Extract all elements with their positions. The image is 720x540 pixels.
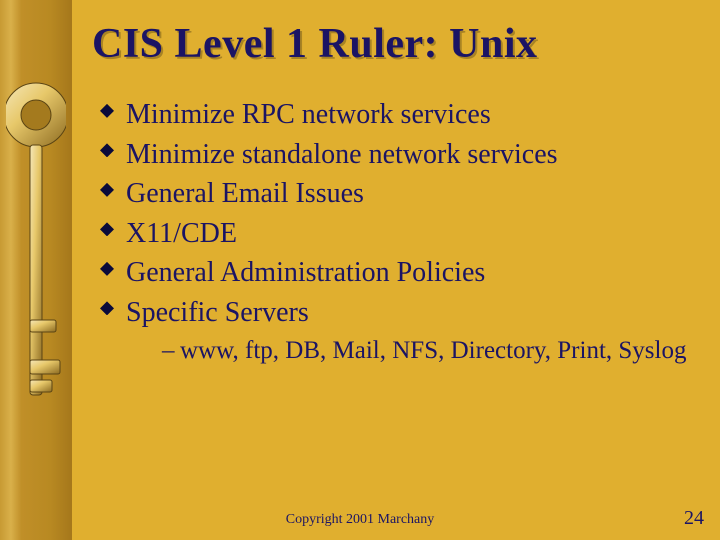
slide-content: CIS Level 1 Ruler: Unix Minimize RPC net…: [92, 0, 720, 540]
footer-copyright: Copyright 2001 Marchany: [0, 512, 720, 528]
diamond-bullet-icon: [100, 301, 114, 315]
sub-bullet-text: www, ftp, DB, Mail, NFS, Directory, Prin…: [180, 337, 686, 364]
sub-bullet-list: – www, ftp, DB, Mail, NFS, Directory, Pr…: [162, 335, 720, 368]
decorative-sidebar: [0, 0, 72, 540]
diamond-bullet-icon: [100, 143, 114, 157]
bullet-text: Specific Servers: [126, 297, 309, 328]
diamond-bullet-icon: [100, 222, 114, 236]
diamond-bullet-icon: [100, 183, 114, 197]
bullet-list: Minimize RPC network services Minimize s…: [100, 96, 720, 368]
bullet-text: Minimize standalone network services: [126, 139, 558, 170]
slide-title: CIS Level 1 Ruler: Unix: [92, 20, 720, 68]
bullet-text: Minimize RPC network services: [126, 99, 491, 130]
diamond-bullet-icon: [100, 262, 114, 276]
dash-bullet-icon: –: [162, 335, 175, 368]
list-item: General Administration Policies: [100, 254, 720, 292]
list-item: Minimize standalone network services: [100, 136, 720, 174]
bullet-text: General Administration Policies: [126, 257, 485, 288]
list-item: X11/CDE: [100, 215, 720, 253]
sub-list-item: – www, ftp, DB, Mail, NFS, Directory, Pr…: [162, 335, 720, 368]
bullet-text: General Email Issues: [126, 178, 364, 209]
bullet-text: X11/CDE: [126, 218, 237, 249]
list-item: Minimize RPC network services: [100, 96, 720, 134]
slide-number: 24: [684, 507, 704, 530]
diamond-bullet-icon: [100, 104, 114, 118]
list-item: General Email Issues: [100, 175, 720, 213]
list-item: Specific Servers – www, ftp, DB, Mail, N…: [100, 294, 720, 368]
key-icon: [6, 60, 66, 480]
